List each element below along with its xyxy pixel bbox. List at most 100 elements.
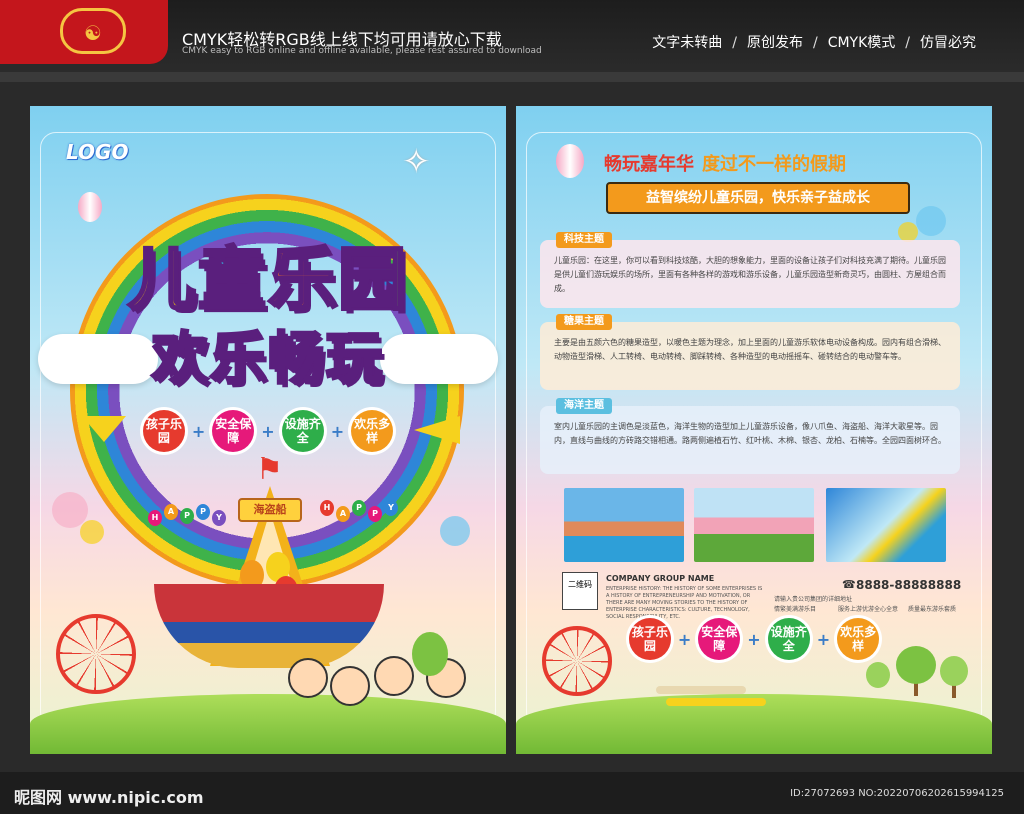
flyer-back: 畅玩嘉年华 度过不一样的假期 益智缤纷儿童乐园，快乐亲子益成长 儿童乐园：在这里，…: [516, 106, 992, 754]
info-text: 情繁美满游乐目: [774, 606, 817, 613]
happy-balloon: P: [368, 506, 382, 522]
feature-item: 仿冒必究: [920, 35, 976, 51]
bubble: [440, 516, 470, 546]
bubble: [916, 206, 946, 236]
happy-balloon: A: [336, 506, 350, 522]
separator: /: [732, 35, 737, 51]
dove-icon: ✧: [402, 142, 431, 182]
subtitle-char: 乐: [209, 326, 268, 394]
site-footer: 昵图网 www.nipic.com ID:27072693 NO:2022070…: [0, 772, 1024, 814]
badge-fun: 欢乐多样: [351, 410, 394, 452]
flag-icon: ⚑: [256, 452, 283, 487]
section-tag: 科技主题: [556, 232, 612, 248]
happy-balloon: Y: [384, 500, 398, 516]
tree-icon: [896, 646, 936, 684]
info-text: 服务上游优游全心全意: [838, 606, 899, 613]
ferris-wheel-icon: [542, 626, 612, 696]
flyer-logo: LOGO: [66, 140, 129, 164]
brand-logo-icon: ☯: [60, 8, 126, 54]
triangle-left-icon: [82, 416, 126, 442]
back-banner: 益智缤纷儿童乐园，快乐亲子益成长: [606, 182, 910, 214]
photo-water-slide: [826, 488, 946, 562]
company-name: COMPANY GROUP NAME: [606, 574, 715, 583]
subtitle-char: 玩: [325, 326, 384, 394]
phone-icon: ☎: [842, 578, 856, 591]
company-description: ENTERPRISE HISTORY: THE HISTORY OF SOME …: [606, 586, 763, 620]
badge-safety: 安全保障: [698, 618, 741, 660]
title-char: 儿: [126, 240, 198, 322]
happy-balloon: Y: [212, 510, 226, 526]
badge-kids: 孩子乐园: [628, 618, 671, 660]
hot-air-balloon-icon: [556, 144, 584, 178]
pencil-icon: [666, 698, 766, 706]
grass-ground: [30, 694, 506, 754]
feature-list: 文字未转曲 / 原创发布 / CMYK模式 / 仿冒必究: [652, 32, 976, 52]
header-divider: [0, 72, 1024, 82]
kid-icon: [288, 658, 328, 698]
footer-site: 昵图网 www.nipic.com: [14, 788, 204, 807]
footer-id: ID:27072693 NO:20220706202615994125: [790, 788, 1004, 799]
feature-item: 文字未转曲: [652, 35, 723, 51]
flyer-front: LOGO ✧ 儿童乐园 欢乐畅玩 孩子乐园 + 安全保障 + 设施齐全 + 欢乐…: [30, 106, 506, 754]
back-headline: 畅玩嘉年华 度过不一样的假期: [604, 150, 846, 176]
site-header: ☯ CMYK轻松转RGB线上线下均可用请放心下载 CMYK easy to RG…: [0, 0, 1024, 72]
bubble: [898, 222, 918, 242]
separator: /: [812, 35, 818, 51]
hot-air-balloon-icon: [78, 192, 102, 222]
section-text: 室内儿童乐园的主调色是淡蓝色，海洋生物的造型加上儿童游乐设备，像八爪鱼、海盗船、…: [554, 422, 946, 445]
title-char: 童: [196, 240, 268, 322]
tree-icon: [940, 656, 968, 686]
happy-balloon: P: [180, 508, 194, 524]
section-ocean: 室内儿童乐园的主调色是淡蓝色，海洋生物的造型加上儿童游乐设备，像八爪鱼、海盗船、…: [540, 406, 960, 474]
feature-item: 原创发布: [746, 35, 803, 51]
ferris-wheel-icon: [56, 614, 136, 694]
subtitle-char: 畅: [267, 326, 326, 394]
plus-sign: +: [677, 629, 692, 649]
happy-balloon: A: [164, 504, 178, 520]
happy-balloon: H: [148, 510, 162, 526]
plus-sign: +: [747, 629, 761, 649]
badge-kids: 孩子乐园: [142, 410, 185, 452]
tree-icon: [866, 662, 890, 688]
badge-facilities: 设施齐全: [281, 410, 324, 452]
photo-water-park: [564, 488, 684, 562]
phone-number: 8888-88888888: [856, 578, 962, 592]
section-tag: 海洋主题: [556, 398, 612, 414]
info-text: 质量最东游乐套质: [908, 606, 957, 613]
kid-icon: [330, 666, 370, 706]
section-text: 儿童乐园：在这里，你可以看到科技炫酷，大胆的想象能力，里面的设备让孩子们对科技充…: [554, 256, 946, 293]
triangle-right-icon: [414, 416, 460, 444]
plus-sign: +: [261, 421, 275, 441]
title-char: 园: [337, 240, 409, 322]
plus-sign: +: [191, 421, 206, 441]
pencil-icon: [656, 686, 746, 694]
headline-part-b: 度过不一样的假期: [702, 154, 846, 175]
address-text: 请输入贵公司集团的详细地址: [774, 596, 853, 603]
happy-balloon: P: [352, 500, 366, 516]
section-tech: 儿童乐园：在这里，你可以看到科技炫酷，大胆的想象能力，里面的设备让孩子们对科技充…: [540, 240, 960, 308]
separator: /: [905, 35, 910, 51]
feature-item: CMYK模式: [827, 35, 896, 51]
bubble: [80, 520, 104, 544]
qr-code: 二维码: [562, 572, 598, 610]
title-char: 乐: [266, 240, 339, 322]
pirate-ship-sign: 海盗船: [238, 498, 302, 522]
section-tag: 糖果主题: [556, 314, 612, 330]
kid-icon: [374, 656, 414, 696]
badge-safety: 安全保障: [212, 410, 255, 452]
tree-icon: [412, 632, 448, 676]
photo-kids-group: [694, 488, 814, 562]
badge-fun: 欢乐多样: [837, 618, 880, 660]
sub-title: 欢乐畅玩: [30, 314, 506, 395]
headline-part-a: 畅玩嘉年华: [604, 154, 694, 175]
section-candy: 主要是由五颜六色的糖果造型，以暖色主题为理念，加上里面的儿童游乐软体电动设备构成…: [540, 322, 960, 390]
plus-sign: +: [816, 629, 831, 649]
happy-balloon: H: [320, 500, 334, 516]
header-subtitle: CMYK easy to RGB online and offline avai…: [182, 46, 542, 56]
section-text: 主要是由五颜六色的糖果造型，以暖色主题为理念，加上里面的儿童游乐软体电动设备构成…: [554, 338, 946, 361]
happy-balloon: P: [196, 504, 210, 520]
subtitle-char: 欢: [151, 326, 210, 394]
badge-facilities: 设施齐全: [767, 618, 810, 660]
plus-sign: +: [330, 421, 345, 441]
main-title: 儿童乐园: [30, 224, 506, 323]
